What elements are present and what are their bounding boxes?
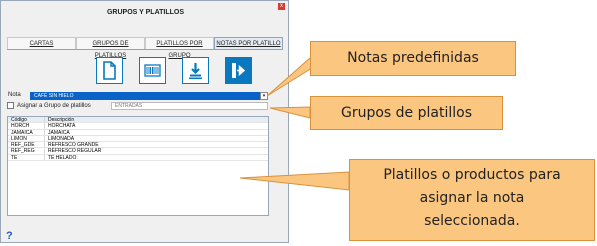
callout-pointer-grupos [269, 106, 311, 119]
callout-platillos-line2: asignar la nota [419, 190, 525, 206]
callout-grupos-de-platillos: Grupos de platillos [310, 96, 503, 130]
callout-pointer-platillos [239, 171, 350, 191]
callout-platillos: Platillos o productos para asignar la no… [349, 159, 595, 241]
callout-platillos-line1: Platillos o productos para [383, 167, 561, 183]
callout-platillos-line3: seleccionada. [424, 213, 520, 229]
callout-notas-predefinidas: Notas predefinidas [310, 41, 516, 76]
